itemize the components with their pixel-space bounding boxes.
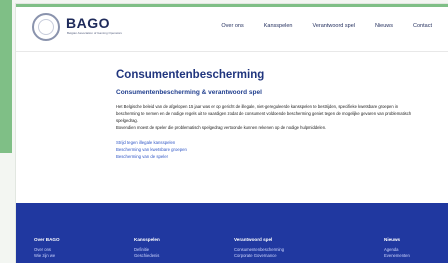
logo-subtitle: Belgian Association of Gaming Operators [67, 31, 122, 35]
footer-heading: Kansspelen [134, 237, 160, 242]
footer-heading: Verantwoord spel [234, 237, 273, 242]
footer-heading: Nieuws [384, 237, 401, 242]
bago-logo[interactable]: BAGO Belgian Association of Gaming Opera… [32, 13, 142, 43]
paragraph-text-1: Het Belgische beleid van de afgelopen 15… [116, 104, 412, 123]
paragraph-text-2: Bovendien moest de speler die problemati… [116, 125, 327, 130]
footer-link[interactable]: Wie zijn we [34, 253, 60, 259]
intro-paragraph: Het Belgische beleid van de afgelopen 15… [116, 103, 416, 131]
footer-col-verantwoord-spel: Verantwoord spel Consumentenbescherming … [234, 237, 284, 259]
link-bescherming-speler[interactable]: Bescherming van de speler [116, 153, 446, 160]
nav-nieuws[interactable]: Nieuws [375, 23, 393, 29]
site-footer: Over BAGO Over ons Wie zijn we Kansspele… [16, 203, 448, 263]
main-content: Consumentenbescherming Consumentenbesche… [116, 69, 446, 160]
nav-verantwoord-spel[interactable]: Verantwoord spel [312, 23, 355, 29]
footer-col-over-bago: Over BAGO Over ons Wie zijn we [34, 237, 60, 259]
page-title: Consumentenbescherming [116, 69, 265, 81]
footer-col-kansspelen: Kansspelen Definitie Geschiedenis [134, 237, 160, 259]
browser-page: BAGO Belgian Association of Gaming Opera… [16, 4, 448, 263]
left-accent-bar [0, 0, 12, 153]
logo-name: BAGO [66, 15, 110, 31]
nav-contact[interactable]: Contact [413, 23, 432, 29]
section-subtitle: Consumentenbescherming & verantwoord spe… [116, 89, 262, 96]
related-links: Strijd tegen illegale kansspelen Bescher… [116, 139, 446, 160]
footer-link[interactable]: Evenementen [384, 253, 410, 259]
logo-emblem-icon [32, 13, 60, 41]
footer-heading: Over BAGO [34, 237, 60, 242]
site-header: BAGO Belgian Association of Gaming Opera… [16, 7, 448, 52]
footer-link[interactable]: Corporate Governance [234, 253, 284, 259]
link-strijd-illegale-kansspelen[interactable]: Strijd tegen illegale kansspelen [116, 139, 446, 146]
nav-kansspelen[interactable]: Kansspelen [264, 23, 293, 29]
main-nav: Over ons Kansspelen Verantwoord spel Nie… [221, 23, 432, 29]
nav-over-ons[interactable]: Over ons [221, 23, 243, 29]
footer-col-nieuws: Nieuws Agenda Evenementen [384, 237, 410, 259]
footer-link[interactable]: Geschiedenis [134, 253, 160, 259]
link-bescherming-kwetsbare-groepen[interactable]: Bescherming van kwetsbare groepen [116, 146, 446, 153]
